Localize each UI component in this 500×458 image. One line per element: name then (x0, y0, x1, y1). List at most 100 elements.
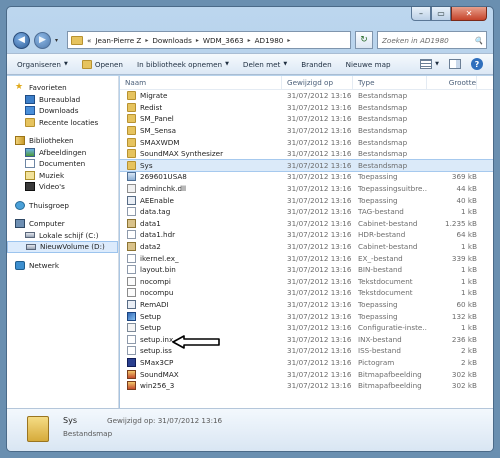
table-row[interactable]: Sys 31/07/2012 13:16 Bestandsmap (119, 158, 493, 173)
table-row[interactable]: SM_Panel 31/07/2012 13:16 Bestandsmap (120, 113, 493, 125)
table-row[interactable]: data1.hdr 31/07/2012 13:16 HDR-bestand 64 k… (120, 229, 493, 241)
doc-icon (127, 288, 136, 298)
close-button[interactable]: ✕ (451, 7, 487, 21)
file-name-label: nocompu (140, 288, 174, 298)
nav-drive-c[interactable]: Lokale schijf (C:) (7, 230, 118, 242)
file-name-label: Setup (140, 323, 161, 333)
organize-button[interactable]: Organiseren ▼ (17, 60, 68, 69)
file-type: Configuratie-inste... (358, 323, 427, 333)
file-date: 31/07/2012 13:16 (287, 242, 352, 252)
table-row[interactable]: 269601USA8 31/07/2012 13:16 Toepassing 369 … (120, 171, 493, 183)
table-row[interactable]: SMAXWDM 31/07/2012 13:16 Bestandsmap (120, 136, 493, 148)
nav-documents[interactable]: Documenten (7, 158, 118, 170)
nav-music[interactable]: Muziek (7, 170, 118, 182)
forward-button[interactable]: ▶ (34, 31, 51, 49)
refresh-button[interactable]: ↻ (355, 31, 373, 49)
chevron-right-icon[interactable]: ▸ (145, 37, 148, 44)
file-name-label: SM_Sensa (140, 126, 177, 136)
breadcrumb-overflow[interactable]: « (87, 36, 91, 45)
table-row[interactable]: Setup 31/07/2012 13:16 Toepassing 132 kB (120, 310, 493, 322)
breadcrumb-ad1980[interactable]: AD1980 (255, 36, 284, 45)
table-row[interactable]: nocompi 31/07/2012 13:16 Tekstdocument 1 kB (120, 276, 493, 288)
chevron-right-icon[interactable]: ▸ (196, 37, 199, 44)
file-name-label: nocompi (140, 276, 171, 286)
table-row[interactable]: adminchk.dll 31/07/2012 13:16 Toepassingsu… (120, 183, 493, 195)
nav-homegroup[interactable]: Thuisgroep (7, 200, 118, 212)
txt-icon (127, 334, 136, 344)
file-date: 31/07/2012 13:16 (287, 334, 352, 344)
column-size[interactable]: Grootte (427, 76, 477, 89)
maximize-button[interactable]: ▭ (431, 7, 451, 21)
table-row[interactable]: Migrate 31/07/2012 13:16 Bestandsmap (120, 90, 493, 102)
help-icon[interactable]: ? (471, 58, 483, 70)
search-input[interactable]: Zoeken in AD1980 🔍 (377, 31, 487, 49)
change-view-button[interactable]: ▼ (420, 59, 439, 69)
table-row[interactable]: Setup 31/07/2012 13:16 Configuratie-inste.… (120, 322, 493, 334)
table-row[interactable]: data.tag 31/07/2012 13:16 TAG-bestand 1 kB (120, 206, 493, 218)
nav-favorites[interactable]: ★ Favorieten (7, 82, 118, 94)
chevron-right-icon[interactable]: ▸ (287, 37, 290, 44)
address-bar[interactable]: « Jean-Pierre Z ▸ Downloads ▸ WDM_3663 ▸… (67, 31, 351, 49)
column-name[interactable]: Naam (120, 76, 282, 89)
chevron-down-icon: ▼ (225, 61, 229, 67)
nav-recent[interactable]: Recente locaties (7, 117, 118, 129)
breadcrumb-downloads[interactable]: Downloads (152, 36, 191, 45)
file-name: Redist (120, 102, 282, 112)
table-row[interactable]: RemADI 31/07/2012 13:16 Toepassing 60 kB (120, 299, 493, 311)
table-row[interactable]: layout.bin 31/07/2012 13:16 BIN-bestand 1 k… (120, 264, 493, 276)
breadcrumb-user[interactable]: Jean-Pierre Z (95, 36, 141, 45)
table-row[interactable]: nocompu 31/07/2012 13:16 Tekstdocument 1 kB (120, 287, 493, 299)
nav-downloads[interactable]: Downloads (7, 105, 118, 117)
nav-network[interactable]: Netwerk (7, 260, 118, 272)
documents-icon (25, 159, 35, 169)
column-date[interactable]: Gewijzigd op (282, 76, 353, 89)
table-row[interactable]: Redist 31/07/2012 13:16 Bestandsmap (120, 102, 493, 114)
table-row[interactable]: data2 31/07/2012 13:16 Cabinet-bestand 1 kB (120, 241, 493, 253)
file-name: SM_Panel (120, 114, 282, 124)
table-row[interactable]: SM_Sensa 31/07/2012 13:16 Bestandsmap (120, 125, 493, 137)
table-row[interactable]: SMax3CP 31/07/2012 13:16 Pictogram 2 kB (120, 357, 493, 369)
file-type: Toepassing (358, 299, 398, 309)
file-name: SM_Sensa (120, 126, 282, 136)
table-row[interactable]: SoundMAX Synthesizer 31/07/2012 13:16 Best… (120, 148, 493, 160)
homegroup-icon (15, 200, 25, 210)
nav-videos[interactable]: Video's (7, 181, 118, 193)
burn-button[interactable]: Branden (301, 60, 331, 69)
column-type[interactable]: Type (353, 76, 427, 89)
folder-icon (127, 102, 136, 112)
cab-icon (127, 242, 136, 252)
chevron-right-icon[interactable]: ▸ (248, 37, 251, 44)
new-folder-button[interactable]: Nieuwe map (346, 60, 391, 69)
table-row[interactable]: ikernel.ex_ 31/07/2012 13:16 EX_-bestand 33… (120, 252, 493, 264)
search-placeholder: Zoeken in AD1980 (382, 35, 449, 45)
table-row[interactable]: AEEnable 31/07/2012 13:16 Toepassing 40 kB (120, 194, 493, 206)
file-date: 31/07/2012 13:16 (287, 253, 352, 263)
preview-pane-button[interactable] (449, 59, 461, 69)
library-label: In bibliotheek opnemen (137, 59, 223, 69)
file-name-label: data1.hdr (140, 230, 176, 240)
minimize-button[interactable]: – (411, 7, 431, 21)
nav-computer[interactable]: Computer (7, 218, 118, 230)
table-row[interactable]: data1 31/07/2012 13:16 Cabinet-bestand 1.23… (120, 218, 493, 230)
share-with-button[interactable]: Delen met ▼ (243, 60, 287, 69)
exe-icon (127, 195, 136, 205)
explorer-window: – ▭ ✕ ◀ ▶ ▾ « Jean-Pierre Z ▸ Downloads … (6, 6, 494, 452)
nav-desktop[interactable]: Bureaublad (7, 94, 118, 106)
file-date: 31/07/2012 13:16 (287, 102, 352, 112)
file-type: Tekstdocument (358, 276, 413, 286)
include-in-library-button[interactable]: In bibliotheek opnemen ▼ (137, 60, 229, 69)
file-name: data.tag (120, 207, 282, 217)
file-name-label: SM_Panel (140, 114, 174, 124)
file-date: 31/07/2012 13:16 (287, 207, 352, 217)
table-row[interactable]: SoundMAX 31/07/2012 13:16 Bitmapafbeelding… (120, 368, 493, 380)
breadcrumb-wdm[interactable]: WDM_3663 (203, 36, 244, 45)
file-date: 31/07/2012 13:16 (287, 184, 352, 194)
file-type: Bitmapafbeelding (358, 369, 422, 379)
back-button[interactable]: ◀ (13, 31, 30, 49)
nav-pictures[interactable]: Afbeeldingen (7, 147, 118, 159)
nav-libraries[interactable]: Bibliotheken (7, 135, 118, 147)
table-row[interactable]: win256_3 31/07/2012 13:16 Bitmapafbeelding… (120, 380, 493, 392)
recent-pages-dropdown[interactable]: ▾ (55, 37, 63, 44)
nav-drive-d[interactable]: NieuwVolume (D:) (7, 241, 118, 253)
open-button[interactable]: Openen (81, 59, 123, 69)
